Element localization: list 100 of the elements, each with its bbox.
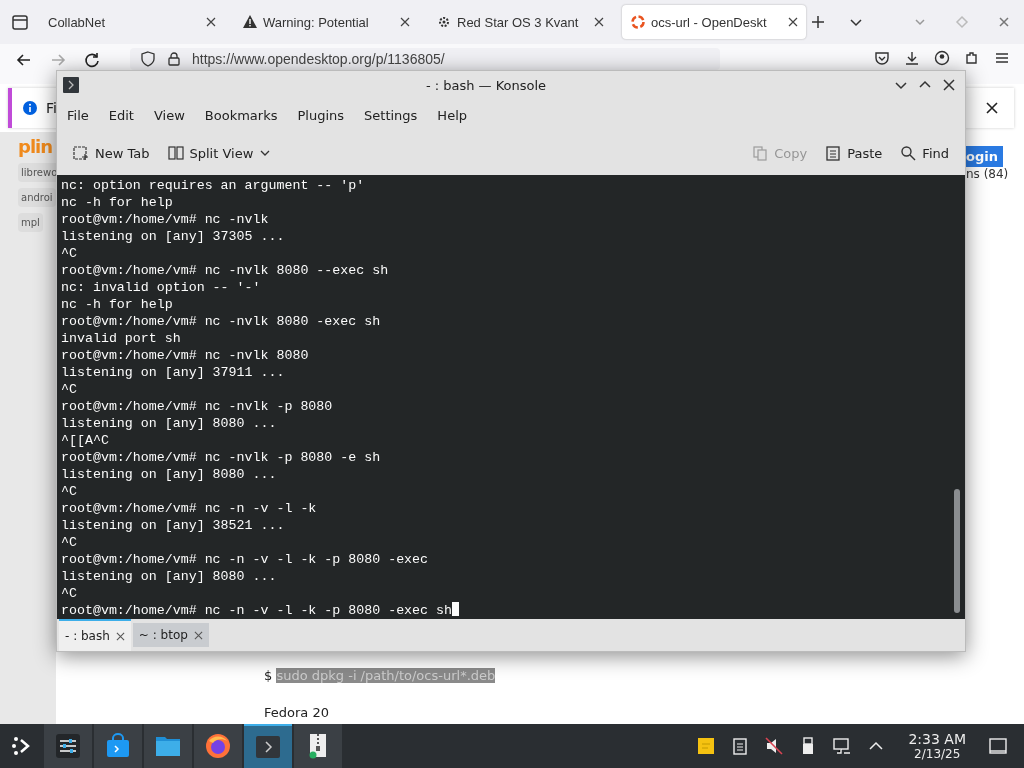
terminal-line: root@vm:/home/vm# nc -nvlk 8080 -exec sh [61,313,382,330]
address-bar[interactable]: https://www.opendesktop.org/p/1136805/ [130,48,720,70]
terminal-output[interactable] [57,175,965,619]
terminal-line: nc -h for help [61,194,174,211]
terminal-icon [63,77,79,93]
toolbar-button[interactable]: Split View [161,141,278,165]
ring-logo-icon [630,14,646,30]
login-button[interactable]: ogin [966,146,1003,167]
taskbar-app[interactable] [194,724,242,768]
tag-chip[interactable]: librewo [18,163,56,182]
terminal-line: ^C [61,245,78,262]
lock-icon [166,51,182,67]
shopping-bag-icon [105,733,131,759]
new-tab-icon[interactable] [810,14,826,30]
terminal-line: root@vm:/home/vm# nc -n -v -l -k -p 8080 -exec sh [61,602,945,619]
section-heading: Fedora 20 [264,705,330,720]
close-tab-icon[interactable] [206,17,216,27]
muted-speaker-icon[interactable] [764,736,785,756]
copy-icon [752,145,769,161]
terminal-line: root@vm:/home/vm# nc -nvlk 8080 --exec sh [61,262,390,279]
browser-tab[interactable]: CollabNet [40,5,224,39]
terminal-tab[interactable]: - : bash [59,619,131,651]
search-icon [900,145,917,161]
close-tab-icon[interactable] [193,630,203,640]
toolbar-button[interactable]: New Tab [67,141,156,165]
network-icon[interactable] [832,736,853,756]
sliders-icon [55,733,81,759]
notes-icon[interactable] [696,736,717,756]
terminal-line: nc -h for help [61,296,174,313]
gear-icon [436,14,452,30]
close-tab-icon[interactable] [788,17,798,27]
terminal-line: invalid port sh [61,330,182,347]
browser-logo-icon [205,733,231,759]
terminal-line: ^C [61,585,78,602]
menu-item[interactable]: Plugins [297,107,345,123]
menu-item[interactable]: File [67,107,89,123]
taskbar-app[interactable] [294,724,342,768]
pocket-icon[interactable] [874,50,890,66]
menu-item[interactable]: Bookmarks [204,107,278,123]
browser-tab[interactable]: ocs-url - OpenDeskt [622,5,806,39]
terminal-line: listening on [any] 37911 ... [61,364,286,381]
terminal-tab[interactable]: ~ : btop [132,623,209,647]
notification-text: Fi [46,100,57,116]
terminal-line: root@vm:/home/vm# nc -nvlk 8080 [61,347,310,364]
terminal-icon [255,734,281,760]
new-tab-icon [73,145,89,161]
clock-date: 2/13/25 [914,747,961,761]
terminal-line: nc: invalid option -- '-' [61,279,262,296]
close-tab-icon[interactable] [594,17,604,27]
split-view-icon [167,145,184,161]
close-icon[interactable] [941,77,957,93]
clock[interactable]: 2:33 AM 2/13/25 [908,731,966,761]
close-icon[interactable] [984,100,1000,116]
menu-icon[interactable] [994,50,1010,66]
window-title: - : bash — Konsole [424,77,548,93]
tag-chip[interactable]: androi [18,188,56,207]
menu-item[interactable]: Edit [108,107,134,123]
terminal-line: listening on [any] 8080 ... [61,568,278,585]
shell-prompt: $ [264,668,273,683]
terminal-line: root@vm:/home/vm# nc -nvlk -p 8080 -e sh [61,449,382,466]
terminal-line: root@vm:/home/vm# nc -n -v -l -k [61,500,318,517]
scrollbar-thumb[interactable] [954,489,960,613]
browser-tab[interactable]: Warning: Potential [234,5,418,39]
terminal-line: listening on [any] 8080 ... [61,466,278,483]
taskbar-app[interactable] [44,724,92,768]
reload-icon[interactable] [82,50,102,70]
menu-item[interactable]: Settings [364,107,418,123]
terminal-line: ^C [61,534,78,551]
terminal-line: nc: option requires an argument -- 'p' [61,177,366,194]
toolbar-button[interactable]: Find [894,141,955,165]
info-icon [22,100,38,116]
text-cursor [452,602,459,616]
terminal-line: root@vm:/home/vm# nc -nvlk [61,211,270,228]
clock-time: 2:33 AM [908,731,966,747]
close-tab-icon[interactable] [400,17,410,27]
download-icon[interactable] [904,50,920,66]
menu-item[interactable]: View [153,107,185,123]
puzzle-icon[interactable] [964,50,980,66]
show-desktop-icon[interactable] [988,736,1008,756]
terminal-line: listening on [any] 38521 ... [61,517,286,534]
terminal-line: root@vm:/home/vm# nc -nvlk -p 8080 [61,398,334,415]
count-label: ns (84) [966,167,1009,181]
selected-command-text: sudo dpkg -i /path/to/ocs-url*.deb [276,668,496,683]
terminal-line: root@vm:/home/vm# nc -n -v -l -k -p 8080 -exec [61,551,430,568]
terminal-line: listening on [any] 8080 ... [61,415,278,432]
close-tab-icon[interactable] [115,631,125,641]
terminal-line: ^C [61,483,78,500]
browser-tab[interactable]: Red Star OS 3 Kvant [428,5,612,39]
terminal-line: ^[[A^C [61,432,110,449]
toolbar-button[interactable]: Paste [819,141,889,165]
account-icon[interactable] [934,50,950,66]
taskbar-app[interactable] [144,724,192,768]
tab-list-icon[interactable] [10,12,30,32]
clipboard-icon [825,145,842,161]
warning-icon [242,14,258,30]
tag-chip[interactable]: mpl [18,213,43,232]
taskbar-app[interactable] [244,724,292,768]
menu-item[interactable]: Help [437,107,467,123]
terminal-line: ^C [61,381,78,398]
terminal-line: listening on [any] 37305 ... [61,228,286,245]
